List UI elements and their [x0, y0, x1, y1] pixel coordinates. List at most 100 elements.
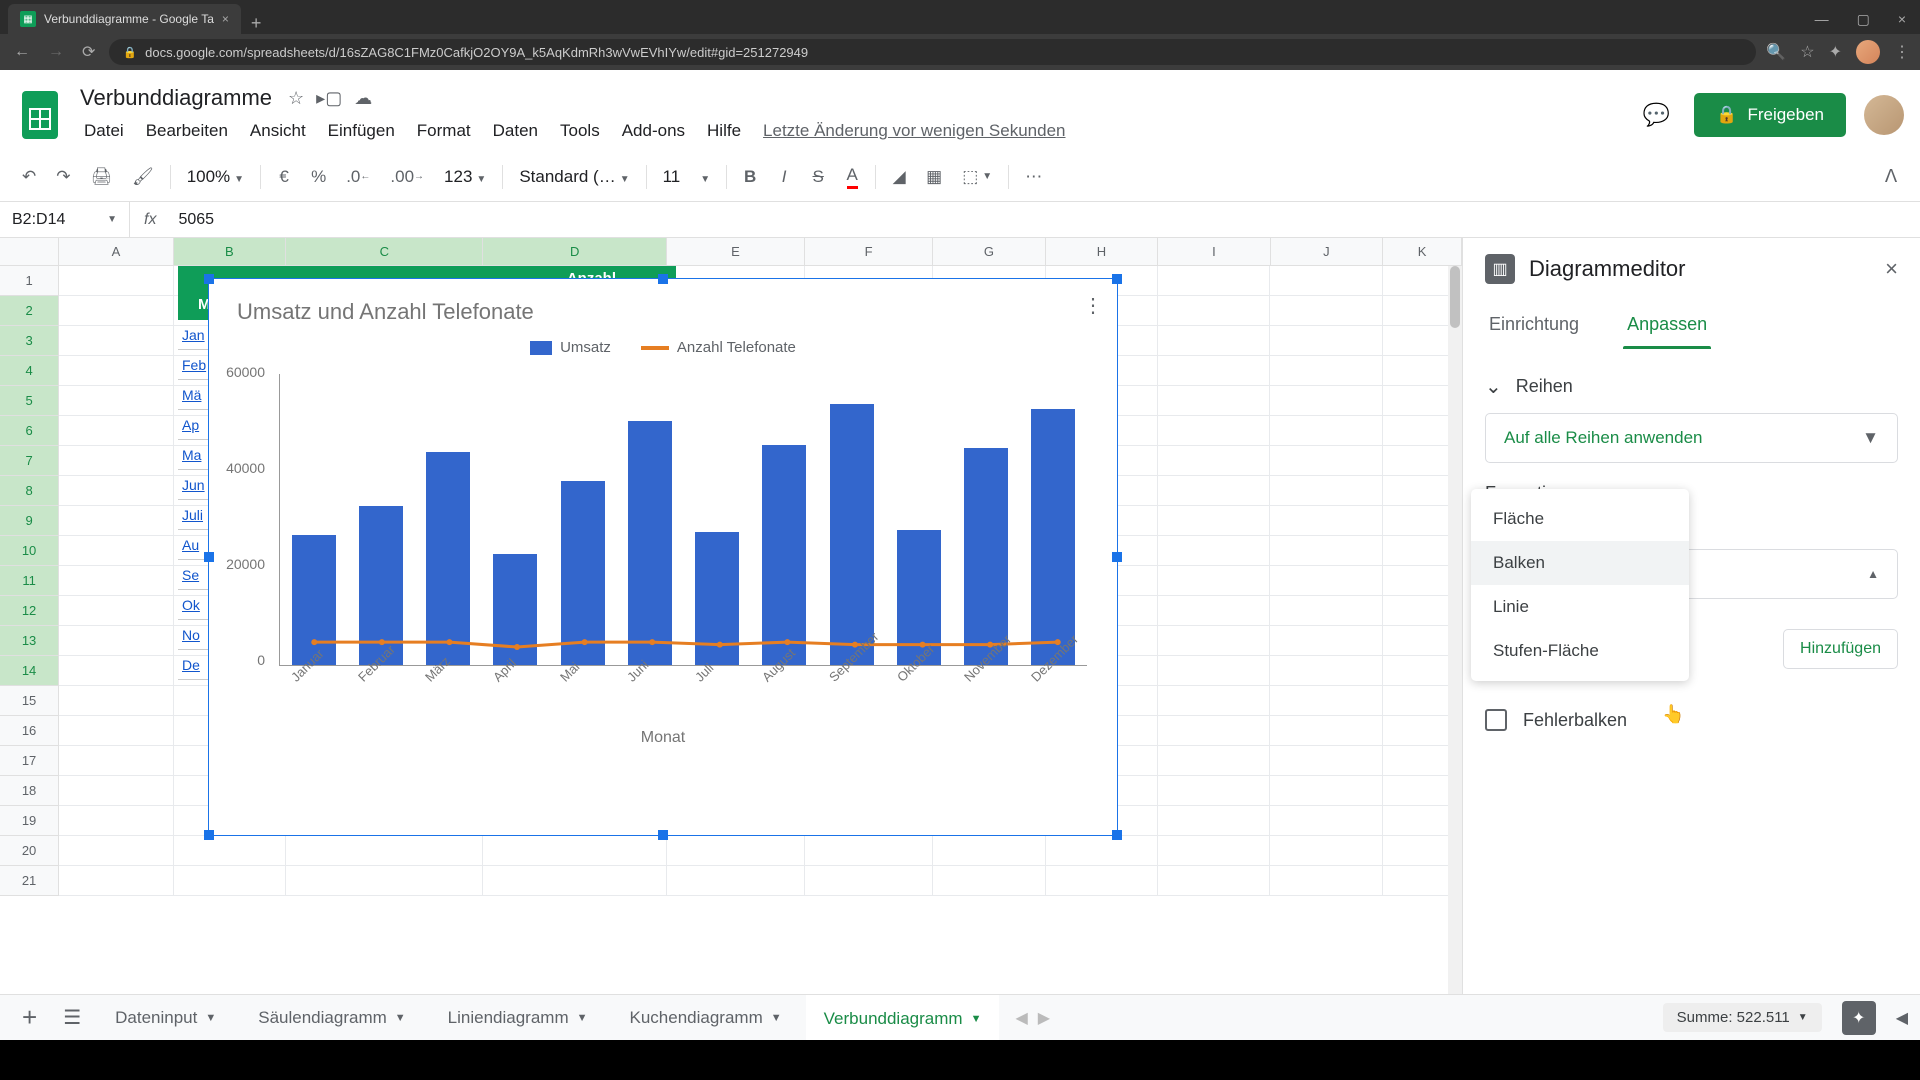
- menu-view[interactable]: Ansicht: [240, 117, 316, 145]
- star-doc-icon[interactable]: ☆: [288, 88, 304, 109]
- cell[interactable]: [1158, 326, 1270, 356]
- cell[interactable]: [59, 746, 173, 776]
- cell[interactable]: [1046, 836, 1158, 866]
- collapse-toolbar-icon[interactable]: ᐱ: [1876, 160, 1906, 193]
- tab-setup[interactable]: Einrichtung: [1485, 300, 1583, 349]
- close-tab-icon[interactable]: ×: [222, 12, 229, 26]
- minimize-icon[interactable]: —: [1801, 5, 1843, 34]
- errorbar-checkbox[interactable]: [1485, 709, 1507, 731]
- row-header[interactable]: 1: [0, 266, 59, 296]
- cell[interactable]: [1158, 866, 1270, 896]
- cell[interactable]: [1158, 806, 1270, 836]
- add-datapoint-button[interactable]: Hinzufügen: [1783, 629, 1898, 669]
- cell[interactable]: [59, 446, 173, 476]
- cell[interactable]: [59, 506, 173, 536]
- row-header[interactable]: 12: [0, 596, 59, 626]
- sheet-next-icon[interactable]: ▶: [1038, 1008, 1050, 1028]
- cell[interactable]: [933, 836, 1045, 866]
- cell[interactable]: [1270, 266, 1382, 296]
- sheet-tab[interactable]: Kuchendiagramm▼: [612, 995, 800, 1040]
- cell[interactable]: [1158, 416, 1270, 446]
- formula-input[interactable]: 5065: [170, 211, 222, 229]
- cloud-status-icon[interactable]: ☁: [354, 88, 372, 109]
- cell[interactable]: [1158, 446, 1270, 476]
- cell[interactable]: [59, 836, 173, 866]
- cell[interactable]: [1158, 506, 1270, 536]
- row-header[interactable]: 13: [0, 626, 59, 656]
- cell[interactable]: [1270, 536, 1382, 566]
- cell[interactable]: [1270, 506, 1382, 536]
- col-header[interactable]: E: [667, 238, 805, 265]
- strike-button[interactable]: S: [803, 161, 833, 193]
- cell[interactable]: [1270, 716, 1382, 746]
- maximize-icon[interactable]: ▢: [1843, 5, 1884, 34]
- cell[interactable]: [59, 626, 173, 656]
- row-header[interactable]: 11: [0, 566, 59, 596]
- cell[interactable]: [1158, 596, 1270, 626]
- cell[interactable]: [59, 596, 173, 626]
- row-header[interactable]: 3: [0, 326, 59, 356]
- explore-button[interactable]: ✦: [1842, 1001, 1876, 1035]
- cell[interactable]: [1158, 836, 1270, 866]
- menu-format[interactable]: Format: [407, 117, 481, 145]
- cell[interactable]: [1270, 836, 1382, 866]
- chevron-down-icon[interactable]: ⌄: [1485, 374, 1502, 399]
- currency-button[interactable]: €: [269, 161, 299, 193]
- resize-handle[interactable]: [658, 830, 668, 840]
- row-header[interactable]: 18: [0, 776, 59, 806]
- resize-handle[interactable]: [1112, 274, 1122, 284]
- cell[interactable]: [667, 866, 805, 896]
- cell[interactable]: [1270, 746, 1382, 776]
- merge-button[interactable]: ⬚▼: [954, 161, 1000, 193]
- cell[interactable]: [59, 866, 173, 896]
- address-bar[interactable]: 🔒 docs.google.com/spreadsheets/d/16sZAG8…: [109, 39, 1756, 65]
- cell[interactable]: [59, 356, 173, 386]
- extension-icon[interactable]: ✦: [1829, 42, 1842, 62]
- resize-handle[interactable]: [204, 274, 214, 284]
- row-header[interactable]: 19: [0, 806, 59, 836]
- cell[interactable]: [59, 656, 173, 686]
- undo-icon[interactable]: ↶: [14, 161, 44, 193]
- browser-tab[interactable]: ▦ Verbunddiagramme - Google Ta ×: [8, 4, 241, 34]
- increase-decimal-button[interactable]: .00→: [382, 161, 432, 193]
- row-header[interactable]: 8: [0, 476, 59, 506]
- back-icon[interactable]: ←: [10, 43, 34, 61]
- col-header[interactable]: C: [286, 238, 483, 265]
- cell[interactable]: [1270, 476, 1382, 506]
- sum-display[interactable]: Summe: 522.511▼: [1663, 1003, 1822, 1032]
- resize-handle[interactable]: [204, 830, 214, 840]
- cell[interactable]: [1046, 866, 1158, 896]
- cell[interactable]: [1270, 596, 1382, 626]
- zoom-icon[interactable]: 🔍: [1766, 42, 1786, 62]
- resize-handle[interactable]: [204, 552, 214, 562]
- cell[interactable]: [59, 296, 173, 326]
- col-header[interactable]: F: [805, 238, 933, 265]
- cell[interactable]: [805, 866, 933, 896]
- cell[interactable]: [1158, 356, 1270, 386]
- col-header[interactable]: K: [1383, 238, 1462, 265]
- cell[interactable]: [59, 806, 173, 836]
- col-header[interactable]: D: [483, 238, 666, 265]
- font-select[interactable]: Standard (…▼: [511, 161, 637, 193]
- browser-profile-icon[interactable]: [1856, 40, 1880, 64]
- redo-icon[interactable]: ↷: [48, 161, 78, 193]
- share-button[interactable]: 🔒 Freigeben: [1694, 93, 1846, 137]
- side-panel-toggle[interactable]: ◀: [1896, 1008, 1908, 1028]
- row-header[interactable]: 15: [0, 686, 59, 716]
- row-header[interactable]: 7: [0, 446, 59, 476]
- reload-icon[interactable]: ⟳: [78, 42, 99, 62]
- menu-edit[interactable]: Bearbeiten: [136, 117, 238, 145]
- cell[interactable]: [1270, 656, 1382, 686]
- fill-color-button[interactable]: ◢: [884, 161, 914, 193]
- close-window-icon[interactable]: ×: [1884, 5, 1920, 34]
- cell[interactable]: [1158, 476, 1270, 506]
- menu-addons[interactable]: Add-ons: [612, 117, 695, 145]
- cell[interactable]: [174, 866, 286, 896]
- sheet-tab[interactable]: Liniendiagramm▼: [430, 995, 606, 1040]
- last-edit-link[interactable]: Letzte Änderung vor wenigen Sekunden: [753, 117, 1075, 145]
- paint-format-icon[interactable]: 🖌: [124, 161, 162, 193]
- cell[interactable]: [1270, 776, 1382, 806]
- cell[interactable]: [1270, 326, 1382, 356]
- chart-menu-icon[interactable]: ⋮: [1083, 293, 1103, 318]
- row-header[interactable]: 9: [0, 506, 59, 536]
